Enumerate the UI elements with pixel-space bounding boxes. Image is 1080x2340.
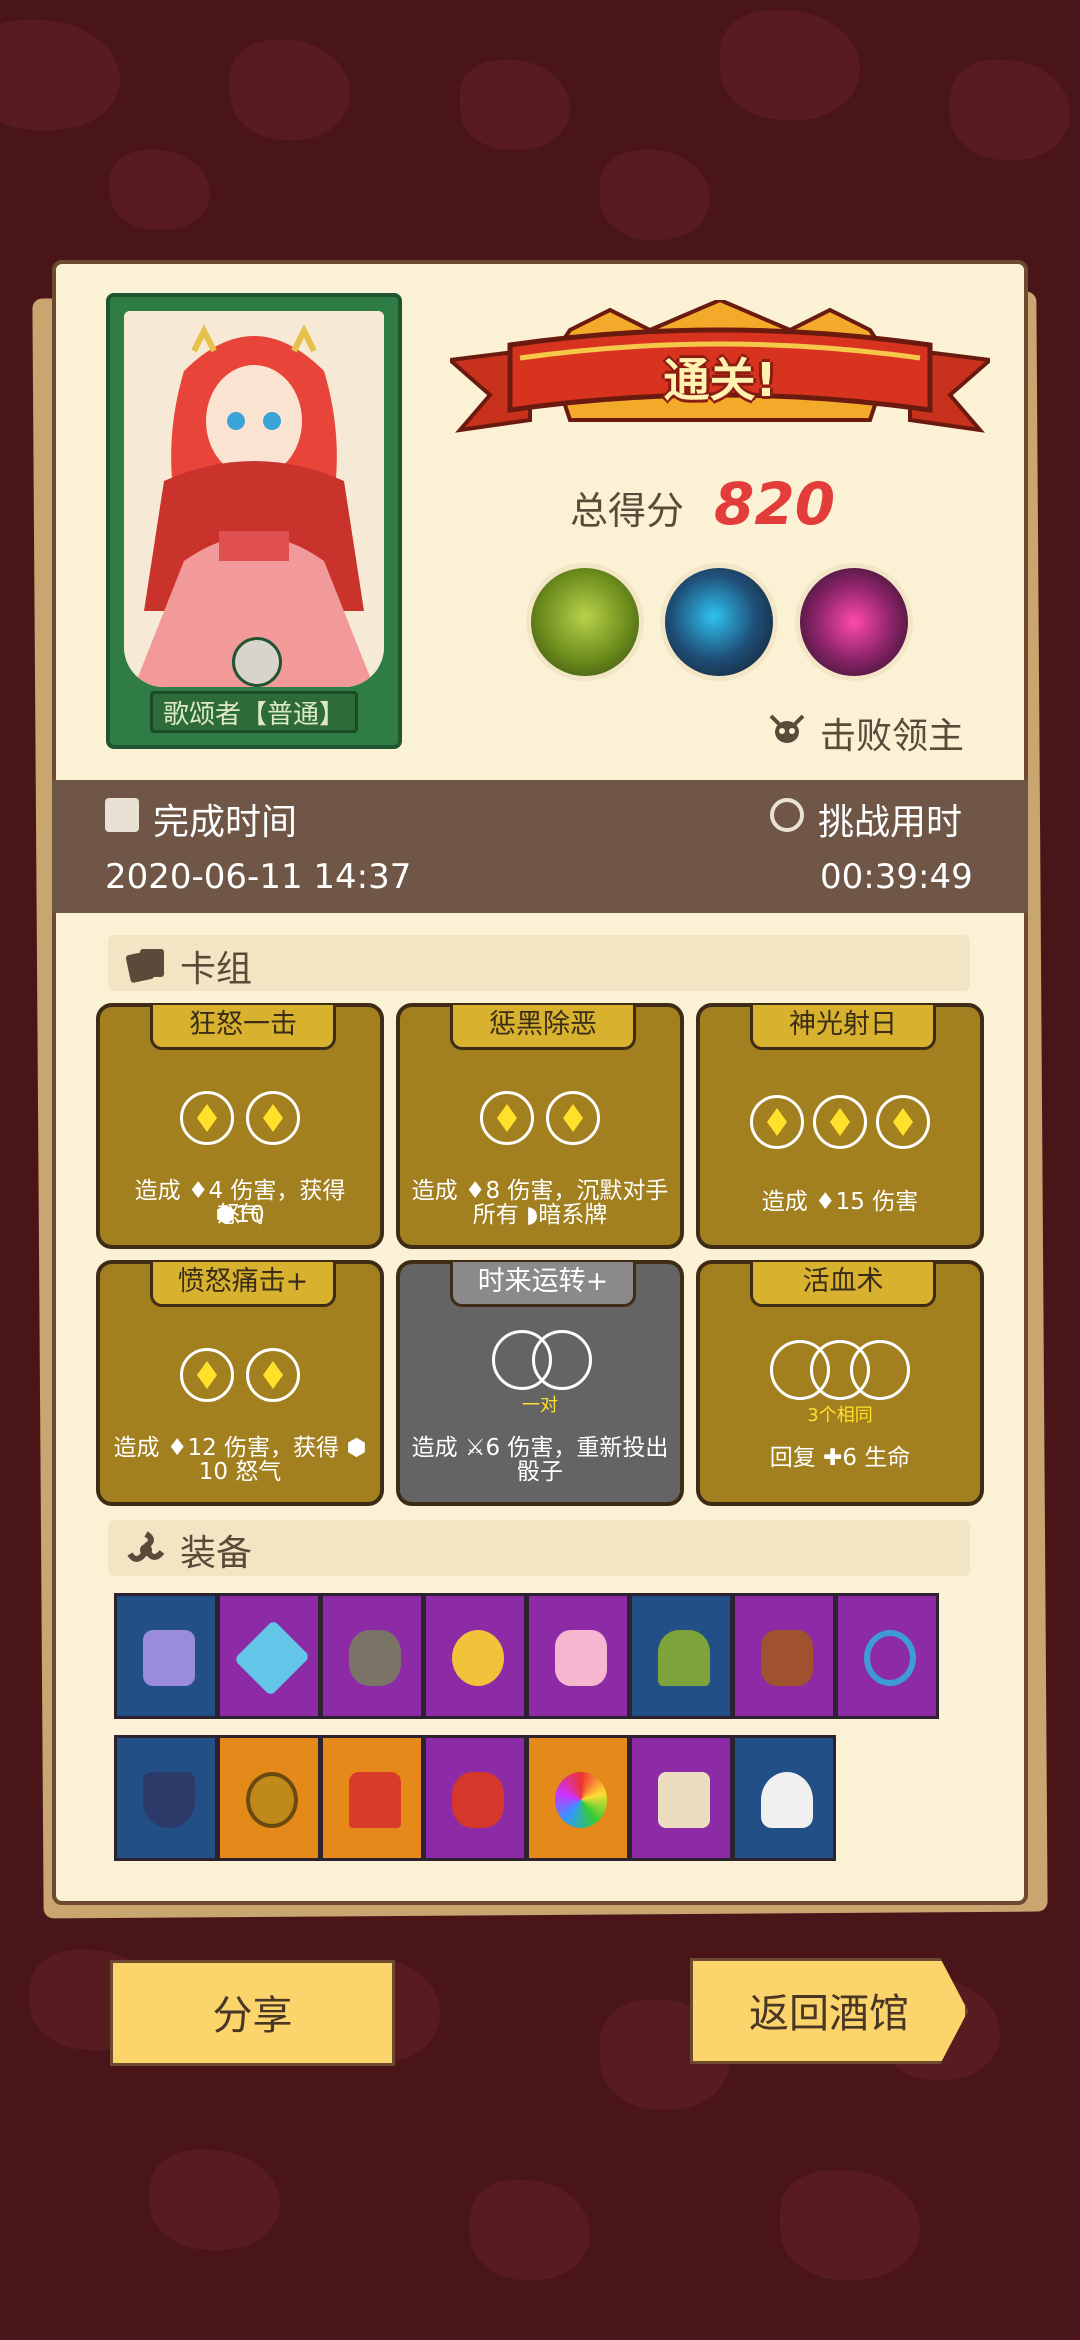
- card-desc-line: 所有 ◗暗系牌: [472, 1202, 608, 1228]
- equipment-slot[interactable]: [114, 1593, 218, 1719]
- stopwatch-icon: [770, 798, 804, 832]
- hero-name: 歌颂者【普通】: [150, 691, 358, 733]
- dice-slot: [246, 1091, 300, 1145]
- dice-slot: [876, 1095, 930, 1149]
- equipment-slot[interactable]: [629, 1735, 733, 1861]
- card-desc-line: 造成 ♦15 伤害: [761, 1189, 919, 1215]
- deck-card[interactable]: 神光射日 造成 ♦15 伤害: [696, 1003, 984, 1249]
- pink-crystal-icon: [555, 1630, 607, 1686]
- blue-gem-icon: [233, 1619, 311, 1697]
- equipment-slot[interactable]: [835, 1593, 939, 1719]
- card-condition: 一对: [522, 1395, 558, 1416]
- equipment-slot[interactable]: [526, 1593, 630, 1719]
- skull-dagger-icon: [761, 1772, 813, 1828]
- calendar-icon: [105, 798, 139, 832]
- equipment-slot[interactable]: [732, 1593, 836, 1719]
- card-name: 时来运转+: [450, 1262, 636, 1307]
- finish-time-label: 完成时间: [153, 802, 298, 843]
- back-to-tavern-button[interactable]: 返回酒馆: [690, 1958, 968, 2064]
- bg-shape: [600, 150, 710, 240]
- deck-card[interactable]: 愤怒痛击+ 造成 ♦12 伤害，获得 ⬢ 10 怒气: [96, 1260, 384, 1506]
- bg-shape: [780, 2170, 920, 2280]
- card-desc-line: 造成 ⚔6 伤害，重新投出: [411, 1435, 669, 1461]
- heart-charm-icon: [864, 1630, 916, 1686]
- hero-card[interactable]: 歌颂者【普通】: [106, 293, 402, 749]
- dice-slot: [180, 1091, 234, 1145]
- deck-card[interactable]: 惩黑除恶 造成 ♦8 伤害，沉默对手 所有 ◗暗系牌: [396, 1003, 684, 1249]
- card-desc-line: 造成 ♦12 伤害，获得 ⬢: [113, 1435, 367, 1461]
- spiked-bracer-icon: [452, 1772, 504, 1828]
- rainbow-orb-icon: [555, 1772, 607, 1828]
- dice-slot: [480, 1091, 534, 1145]
- boss-skull-icon: [769, 714, 805, 743]
- fire-rock-icon: [761, 1630, 813, 1686]
- defeat-boss-label: 击败领主: [820, 716, 965, 757]
- card-desc-line: 10 怒气: [198, 1459, 282, 1485]
- equipment-slot[interactable]: [217, 1735, 321, 1861]
- card-name: 神光射日: [750, 1005, 936, 1050]
- card-desc-line: 造成 ♦8 伤害，沉默对手: [411, 1178, 669, 1204]
- boss-portrait-demon[interactable]: [795, 563, 913, 681]
- deck-card[interactable]: 狂怒一击 造成 ♦4 伤害，获得 ⬢10 怒气: [96, 1003, 384, 1249]
- bg-shape: [150, 2150, 280, 2250]
- equipment-slot[interactable]: [320, 1593, 424, 1719]
- dice-slot: [813, 1095, 867, 1149]
- dice-slot: [532, 1330, 592, 1390]
- equipment-slot[interactable]: [526, 1735, 630, 1861]
- card-name: 惩黑除恶: [450, 1005, 636, 1050]
- share-button[interactable]: 分享: [110, 1960, 395, 2066]
- boss-portrait-skull[interactable]: [526, 563, 644, 681]
- score-label: 总得分: [570, 489, 685, 533]
- bg-shape: [110, 150, 210, 230]
- equipment-slot[interactable]: [320, 1735, 424, 1861]
- card-name: 愤怒痛击+: [150, 1262, 336, 1307]
- bg-shape: [0, 20, 120, 130]
- card-desc-line: 回复 ✚6 生命: [769, 1445, 911, 1471]
- equipment-title: 装备: [180, 1533, 253, 1574]
- red-skirt-icon: [349, 1772, 401, 1828]
- top-hat-icon: [143, 1772, 195, 1828]
- dice-slot: [850, 1340, 910, 1400]
- clear-banner-text: 通关!: [663, 353, 777, 407]
- golden-trophy-icon: [452, 1630, 504, 1686]
- equipment-slot[interactable]: [114, 1735, 218, 1861]
- duration-label: 挑战用时: [818, 802, 963, 843]
- cards-icon: [125, 949, 164, 983]
- gold-medallion-icon: [246, 1772, 298, 1828]
- card-desc-line: 怒气: [217, 1202, 263, 1228]
- hero-rank-emblem: [232, 637, 282, 687]
- equipment-icon: [127, 1531, 165, 1562]
- equipment-slot[interactable]: [423, 1735, 527, 1861]
- card-name: 狂怒一击: [150, 1005, 336, 1050]
- equipment-slot[interactable]: [732, 1735, 836, 1861]
- dice-slot: [180, 1348, 234, 1402]
- bg-shape: [460, 60, 570, 150]
- boss-portrait-beast[interactable]: [660, 563, 778, 681]
- card-desc-line: 骰子: [517, 1459, 563, 1485]
- stone-icon: [349, 1630, 401, 1686]
- score-value: 820: [714, 470, 836, 538]
- wizard-boot-icon: [143, 1630, 195, 1686]
- bg-shape: [470, 2180, 590, 2280]
- bg-shape: [950, 60, 1070, 160]
- finish-time-value: 2020-06-11 14:37: [105, 857, 412, 897]
- bg-shape: [720, 10, 860, 120]
- dice-slot: [546, 1091, 600, 1145]
- hero-portrait: [124, 311, 384, 687]
- bg-shape: [230, 40, 350, 140]
- deck-card[interactable]: 活血术 3个相同 回复 ✚6 生命: [696, 1260, 984, 1506]
- deck-title: 卡组: [180, 949, 253, 990]
- dice-slot: [750, 1095, 804, 1149]
- equipment-slot[interactable]: [217, 1593, 321, 1719]
- card-condition: 3个相同: [807, 1405, 873, 1426]
- deck-card[interactable]: 时来运转+ 一对 造成 ⚔6 伤害，重新投出 骰子: [396, 1260, 684, 1506]
- dice-slot: [246, 1348, 300, 1402]
- duration-value: 00:39:49: [820, 857, 973, 897]
- scroll-icon: [658, 1772, 710, 1828]
- equipment-slot[interactable]: [629, 1593, 733, 1719]
- clear-banner: 通关!: [445, 297, 995, 450]
- card-name: 活血术: [750, 1262, 936, 1307]
- voodoo-doll-icon: [658, 1630, 710, 1686]
- equipment-slot[interactable]: [423, 1593, 527, 1719]
